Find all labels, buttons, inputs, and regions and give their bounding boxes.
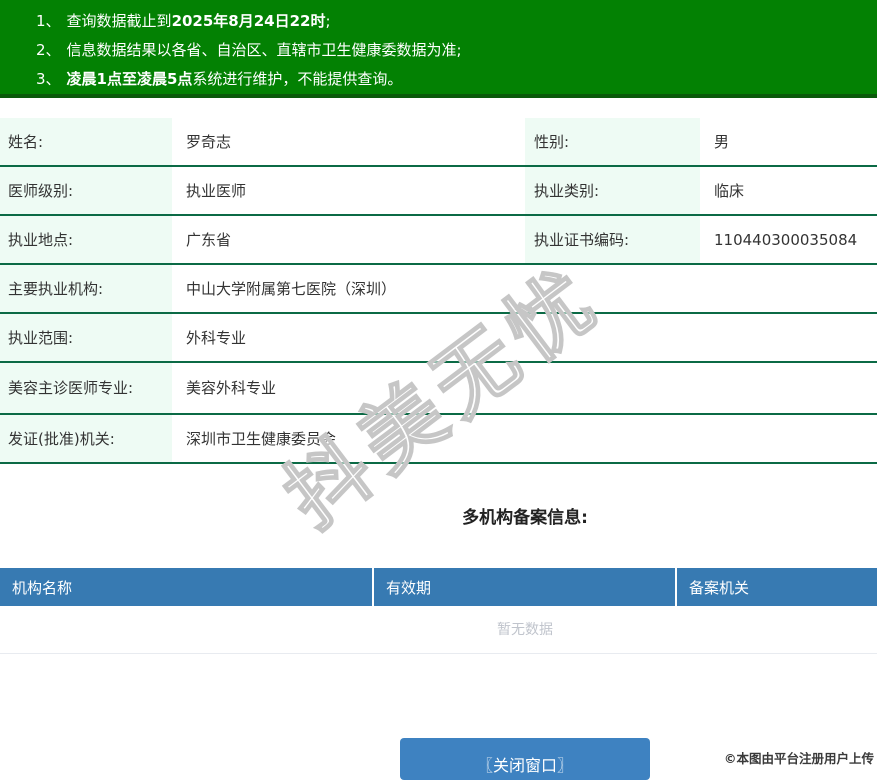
field-value-practice-scope: 外科专业 [186, 329, 247, 347]
notice-line-2: 2、 信息数据结果以各省、自治区、直辖市卫生健康委数据为准; [36, 36, 877, 65]
field-value-cosmetic-specialty: 美容外科专业 [186, 379, 277, 397]
table-row: 执业地点: 广东省 执业证书编码: 110440300035084 [0, 216, 877, 265]
notice-text-bold: 2025年8月24日22时 [171, 12, 326, 30]
field-label-practice-category: 执业类别: [525, 167, 700, 214]
field-label-license-number: 执业证书编码: [525, 216, 700, 263]
notice-number: 2、 [36, 41, 61, 59]
notice-text: 查询数据截止到 [66, 12, 172, 30]
table-row: 姓名: 罗奇志 性别: 男 [0, 118, 877, 167]
table-row: 执业范围: 外科专业 [0, 314, 877, 363]
table-row: 美容主诊医师专业: 美容外科专业 [0, 363, 877, 415]
field-value-license-number: 110440300035084 [714, 231, 858, 249]
notice-text-bold: 凌晨1点至凌晨5点 [66, 70, 193, 88]
field-value-doctor-level: 执业医师 [186, 182, 247, 200]
field-value-name: 罗奇志 [186, 133, 232, 151]
notice-line-3: 3、 凌晨1点至凌晨5点系统进行维护，不能提供查询。 [36, 65, 877, 94]
column-header-institution-name: 机构名称 [12, 579, 73, 597]
column-header-filing-authority: 备案机关 [675, 568, 877, 606]
notice-number: 1、 [36, 12, 61, 30]
notice-number: 3、 [36, 70, 61, 88]
filing-table: 机构名称 有效期 备案机关 暂无数据 [0, 568, 877, 654]
copyright-note: ©本图由平台注册用户上传 [723, 751, 874, 766]
field-label-practice-location: 执业地点: [0, 216, 172, 263]
field-value-practice-location: 广东省 [186, 231, 232, 249]
close-window-button[interactable]: 〖关闭窗口〗 [400, 738, 650, 780]
notice-text: ; [325, 12, 331, 30]
field-label-main-institution: 主要执业机构: [0, 265, 172, 312]
field-value-practice-category: 临床 [714, 182, 745, 200]
field-value-main-institution: 中山大学附属第七医院（深圳） [186, 280, 397, 298]
field-label-name: 姓名: [0, 118, 172, 165]
filing-section-title: 多机构备案信息: [462, 508, 588, 528]
field-label-gender: 性别: [525, 118, 700, 165]
notice-line-1: 1、 查询数据截止到2025年8月24日22时; [36, 7, 877, 36]
field-value-issuing-authority: 深圳市卫生健康委员会 [186, 430, 337, 448]
practitioner-info-table: 姓名: 罗奇志 性别: 男 医师级别: 执业医师 执业类别: 临床 执业地点: … [0, 118, 877, 464]
field-label-doctor-level: 医师级别: [0, 167, 172, 214]
table-row: 医师级别: 执业医师 执业类别: 临床 [0, 167, 877, 216]
field-label-practice-scope: 执业范围: [0, 314, 172, 361]
filing-table-header: 机构名称 有效期 备案机关 [0, 568, 877, 606]
notice-text: 信息数据结果以各省、自治区、直辖市卫生健康委数据为准; [66, 41, 462, 59]
empty-data-placeholder: 暂无数据 [0, 606, 877, 654]
table-row: 主要执业机构: 中山大学附属第七医院（深圳） [0, 265, 877, 314]
notice-banner: 1、 查询数据截止到2025年8月24日22时; 2、 信息数据结果以各省、自治区、… [0, 0, 877, 98]
notice-text: 系统进行维护，不能提供查询。 [192, 70, 403, 88]
field-value-gender: 男 [714, 133, 730, 151]
field-label-cosmetic-specialty: 美容主诊医师专业: [0, 363, 172, 413]
table-row: 发证(批准)机关: 深圳市卫生健康委员会 [0, 415, 877, 464]
field-label-issuing-authority: 发证(批准)机关: [0, 415, 172, 462]
column-header-validity-period: 有效期 [372, 568, 675, 606]
